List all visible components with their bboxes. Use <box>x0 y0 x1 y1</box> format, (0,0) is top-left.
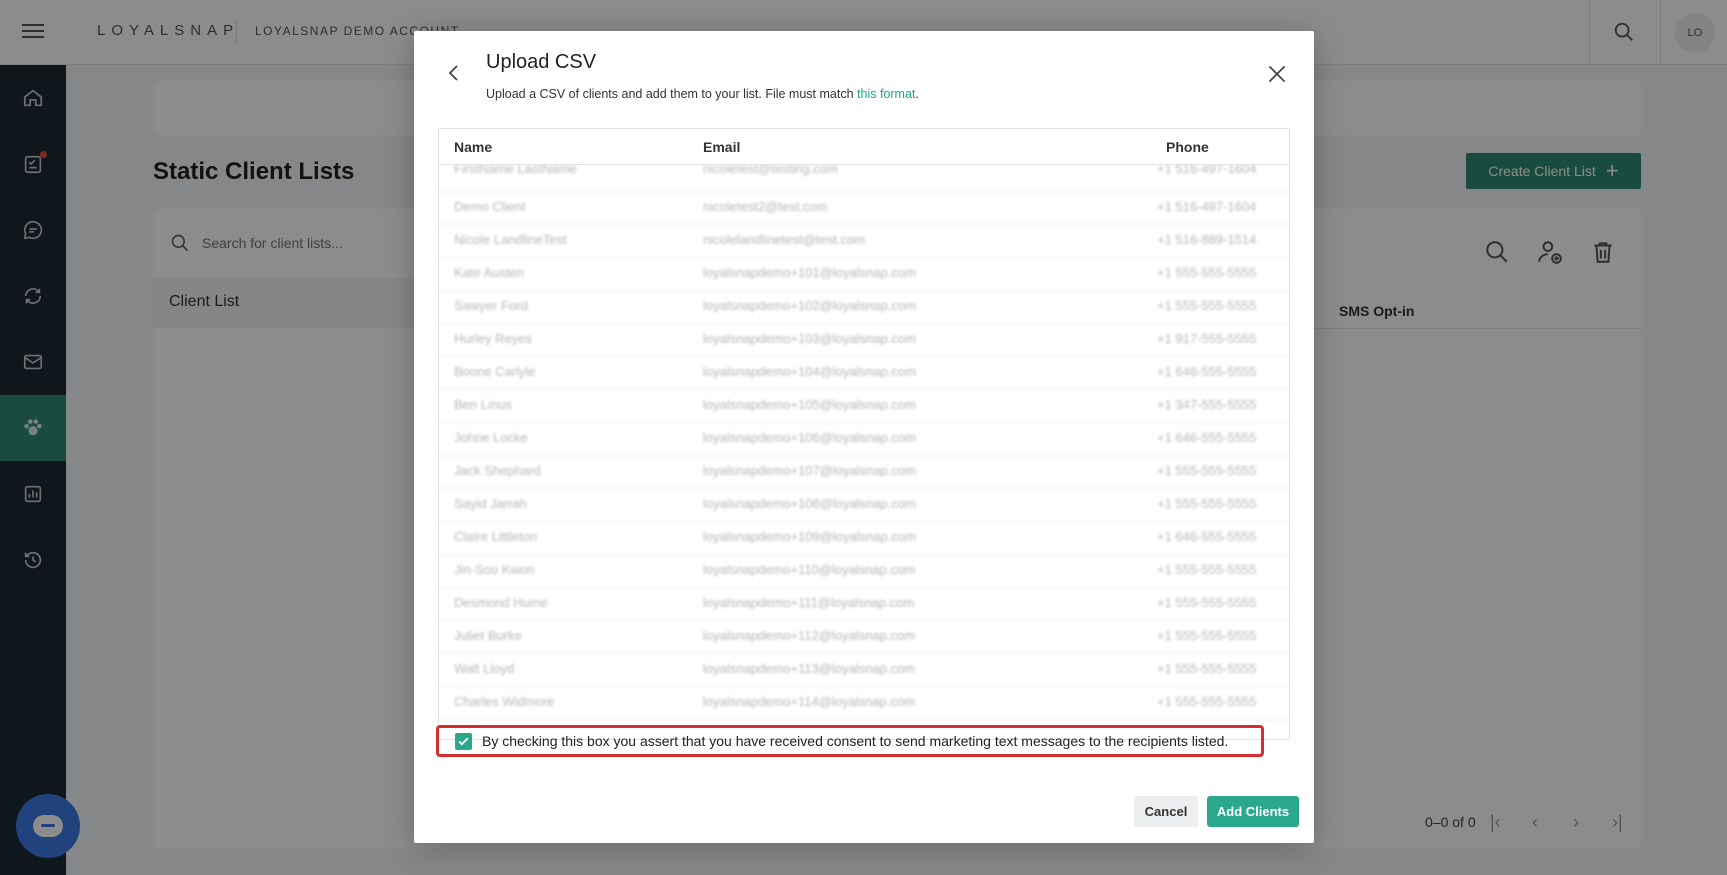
table-row: Kate Austen loyalsnapdemo+101@loyalsnap.c… <box>439 258 1289 291</box>
upload-csv-modal: Upload CSV Upload a CSV of clients and a… <box>414 31 1314 843</box>
table-row: Claire Littleton loyalsnapdemo+109@loyals… <box>439 522 1289 555</box>
consent-text[interactable]: By checking this box you assert that you… <box>482 733 1228 749</box>
table-row: Jin-Soo Kwon loyalsnapdemo+110@loyalsnap.… <box>439 555 1289 588</box>
cell-phone: +1 516-497-1604 <box>1157 199 1257 214</box>
cell-name: Charles Widmore <box>454 694 555 709</box>
consent-box: By checking this box you assert that you… <box>436 725 1264 757</box>
cell-email: nicoletest@testing.com <box>703 165 838 176</box>
cell-phone: +1 516-497-1604 <box>1157 165 1257 176</box>
cell-email: loyalsnapdemo+106@loyalsnap.com <box>703 430 917 445</box>
cell-email: loyalsnapdemo+112@loyalsnap.com <box>703 628 916 643</box>
cell-name: Demo Client <box>454 199 526 214</box>
cell-name: Sayid Jarrah <box>454 496 527 511</box>
cell-email: loyalsnapdemo+114@loyalsnap.com <box>703 694 916 709</box>
cell-email: loyalsnapdemo+101@loyalsnap.com <box>703 265 917 280</box>
cell-phone: +1 646-555-5555 <box>1157 364 1257 379</box>
cell-phone: +1 646-555-5555 <box>1157 430 1257 445</box>
cell-email: loyalsnapdemo+110@loyalsnap.com <box>703 562 916 577</box>
table-row: Walt Lloyd loyalsnapdemo+113@loyalsnap.co… <box>439 654 1289 687</box>
table-row: Desmond Hume loyalsnapdemo+111@loyalsnap.… <box>439 588 1289 621</box>
cell-phone: +1 555-555-5555 <box>1157 562 1257 577</box>
table-row: Charles Widmore loyalsnapdemo+114@loyalsn… <box>439 687 1289 720</box>
cell-phone: +1 917-555-5555 <box>1157 331 1257 346</box>
table-row: Boone Carlyle loyalsnapdemo+104@loyalsnap… <box>439 357 1289 390</box>
cell-phone: +1 555-555-5555 <box>1157 595 1257 610</box>
cell-phone: +1 646-555-5555 <box>1157 529 1257 544</box>
add-clients-button[interactable]: Add Clients <box>1207 796 1299 827</box>
cell-phone: +1 516-889-1514 <box>1157 232 1257 247</box>
table-header: Name Email Phone <box>439 129 1289 165</box>
cell-email: loyalsnapdemo+109@loyalsnap.com <box>703 529 917 544</box>
cell-name: Walt Lloyd <box>454 661 515 676</box>
cell-name: Kate Austen <box>454 265 525 280</box>
cell-name: Boone Carlyle <box>454 364 536 379</box>
column-header-name: Name <box>454 139 493 155</box>
cell-email: loyalsnapdemo+102@loyalsnap.com <box>703 298 917 313</box>
table-row: Ben Linus loyalsnapdemo+105@loyalsnap.com… <box>439 390 1289 423</box>
cell-email: loyalsnapdemo+111@loyalsnap.com <box>703 595 915 610</box>
cell-name: Johne Locke <box>454 430 528 445</box>
cell-name: Nicole LandlineTest <box>454 232 567 247</box>
subtitle-text: Upload a CSV of clients and add them to … <box>486 87 858 101</box>
cell-name: Desmond Hume <box>454 595 548 610</box>
table-row: FirstName LastName nicoletest@testing.com… <box>439 165 1289 192</box>
csv-preview-table[interactable]: Name Email Phone FirstName LastName nicol… <box>438 128 1290 740</box>
cell-phone: +1 555-555-5555 <box>1157 496 1257 511</box>
column-header-email: Email <box>703 139 741 155</box>
cell-name: Sawyer Ford <box>454 298 528 313</box>
cell-phone: +1 555-555-5555 <box>1157 265 1257 280</box>
cell-email: nicoletest2@test.com <box>703 199 828 214</box>
cell-name: Ben Linus <box>454 397 512 412</box>
cell-name: Jin-Soo Kwon <box>454 562 535 577</box>
column-header-phone: Phone <box>1166 139 1209 155</box>
cell-email: loyalsnapdemo+113@loyalsnap.com <box>703 661 916 676</box>
subtitle-suffix: . <box>915 87 919 101</box>
cell-phone: +1 555-555-5555 <box>1157 661 1257 676</box>
cell-email: loyalsnapdemo+108@loyalsnap.com <box>703 496 917 511</box>
cell-phone: +1 555-555-5555 <box>1157 298 1257 313</box>
cell-phone: +1 555-555-5555 <box>1157 628 1257 643</box>
table-row: Juliet Burke loyalsnapdemo+112@loyalsnap.… <box>439 621 1289 654</box>
format-link[interactable]: this format <box>857 87 915 101</box>
table-row: Johne Locke loyalsnapdemo+106@loyalsnap.c… <box>439 423 1289 456</box>
cell-name: FirstName LastName <box>454 165 577 176</box>
cell-email: nicolelandlinetest@test.com <box>703 232 866 247</box>
table-row: Hurley Reyes loyalsnapdemo+103@loyalsnap.… <box>439 324 1289 357</box>
close-icon[interactable] <box>1264 61 1290 87</box>
cell-phone: +1 555-555-5555 <box>1157 694 1257 709</box>
cell-phone: +1 347-555-5555 <box>1157 397 1257 412</box>
check-icon <box>458 737 469 746</box>
cell-name: Jack Shephard <box>454 463 541 478</box>
table-row: Sawyer Ford loyalsnapdemo+102@loyalsnap.c… <box>439 291 1289 324</box>
table-row: Sayid Jarrah loyalsnapdemo+108@loyalsnap.… <box>439 489 1289 522</box>
table-row: Demo Client nicoletest2@test.com +1 516-49… <box>439 192 1289 225</box>
cell-name: Hurley Reyes <box>454 331 533 346</box>
cell-email: loyalsnapdemo+104@loyalsnap.com <box>703 364 917 379</box>
cancel-button[interactable]: Cancel <box>1134 796 1198 827</box>
table-row: Jack Shephard loyalsnapdemo+107@loyalsnap… <box>439 456 1289 489</box>
cell-name: Claire Littleton <box>454 529 538 544</box>
consent-checkbox[interactable] <box>455 732 472 750</box>
cell-email: loyalsnapdemo+107@loyalsnap.com <box>703 463 917 478</box>
cell-email: loyalsnapdemo+105@loyalsnap.com <box>703 397 917 412</box>
modal-title: Upload CSV <box>486 51 597 73</box>
cell-phone: +1 555-555-5555 <box>1157 463 1257 478</box>
back-arrow-icon[interactable] <box>442 61 466 85</box>
cell-name: Juliet Burke <box>454 628 522 643</box>
modal-subtitle: Upload a CSV of clients and add them to … <box>486 87 919 101</box>
table-body[interactable]: FirstName LastName nicoletest@testing.com… <box>439 165 1289 739</box>
cell-email: loyalsnapdemo+103@loyalsnap.com <box>703 331 917 346</box>
table-row: Nicole LandlineTest nicolelandlinetest@te… <box>439 225 1289 258</box>
